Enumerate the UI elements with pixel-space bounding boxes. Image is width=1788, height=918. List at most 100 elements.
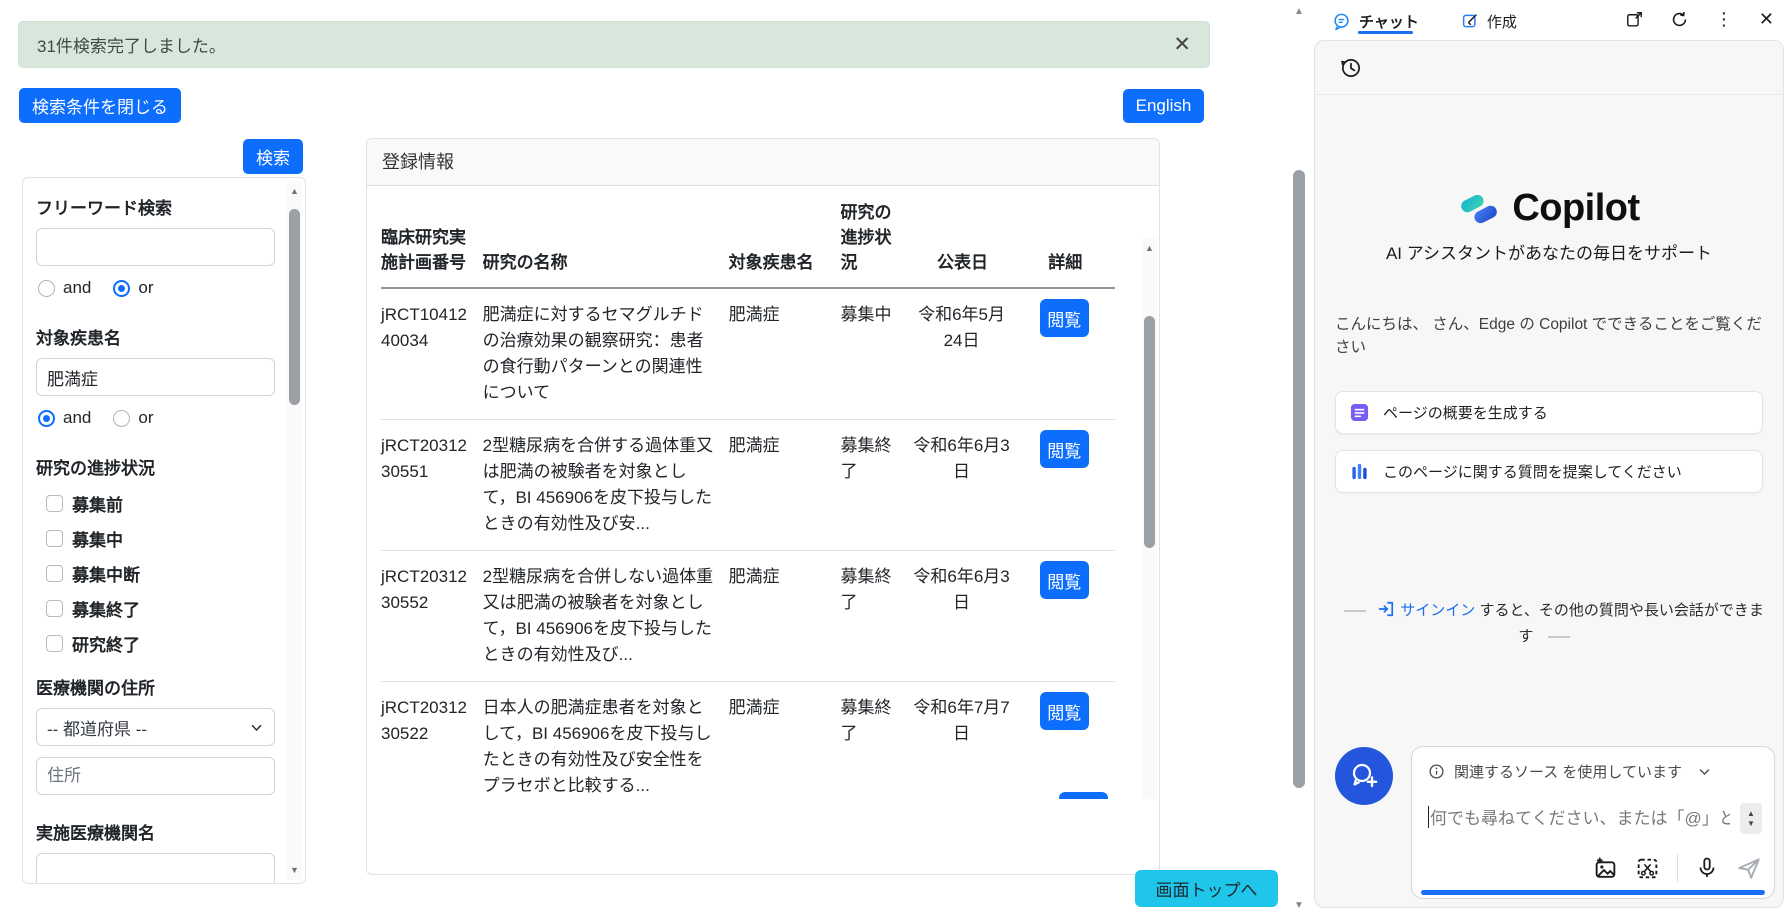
copilot-sidebar: チャット 作成 ⋮ ✕	[1312, 0, 1788, 918]
new-chat-button[interactable]	[1335, 747, 1393, 805]
view-button[interactable]: 閲覧	[1040, 299, 1089, 337]
send-icon[interactable]	[1736, 855, 1762, 881]
view-button[interactable]: 閲覧	[1040, 430, 1089, 468]
scroll-up-icon[interactable]: ▲	[1289, 6, 1309, 17]
col-progress: 研究の進捗状況	[841, 186, 910, 288]
progress-checkbox-1[interactable]	[46, 530, 63, 547]
scroll-down-icon[interactable]: ▼	[287, 865, 302, 875]
close-sidebar-icon[interactable]: ✕	[1759, 10, 1774, 28]
open-in-window-icon[interactable]	[1625, 10, 1644, 29]
page-scrollbar-thumb[interactable]	[1293, 170, 1305, 788]
disease-and-radio[interactable]	[38, 410, 55, 427]
cell-publish-date: 令和6年7月7日	[910, 682, 1024, 800]
suggestion-label: このページに関する質問を提案してください	[1383, 461, 1682, 482]
form-scrollbar-thumb[interactable]	[289, 209, 300, 405]
form-scrollbar[interactable]: ▲ ▼	[287, 181, 302, 880]
freeword-andor: and or	[38, 278, 275, 298]
related-sources-toggle[interactable]: 関連するソース を使用しています	[1412, 747, 1774, 782]
banner-close-icon[interactable]: ✕	[1173, 34, 1191, 55]
signin-link[interactable]: サインイン	[1400, 602, 1475, 619]
stepper-up-icon[interactable]: ▲	[1747, 809, 1755, 818]
progress-option-row: 研究終了	[46, 631, 275, 656]
progress-checkbox-2[interactable]	[46, 565, 63, 582]
search-form-panel: フリーワード検索 and or 対象疾患名 and or 研究の進捗状況 募集前…	[22, 177, 306, 884]
copilot-input-card: 関連するソース を使用しています 何でも尋ねてください、または「@」と ▲ ▼	[1411, 746, 1775, 899]
progress-option-label: 募集前	[72, 491, 123, 516]
prefecture-select[interactable]: -- 都道府県 --	[36, 708, 275, 746]
signin-notice: サインイン すると、その他の質問や長い会話ができます	[1329, 598, 1769, 650]
suggestion-page-questions[interactable]: このページに関する質問を提案してください	[1335, 450, 1763, 493]
cell-study-title: 2型糖尿病を合併しない過体重又は肥満の被験者を対象として，BI 456906を皮…	[483, 551, 729, 682]
scroll-down-icon[interactable]: ▼	[1289, 900, 1309, 911]
table-row: jRCT2031230552 2型糖尿病を合併しない過体重又は肥満の被験者を対象…	[381, 551, 1115, 682]
decor-dash	[1344, 610, 1366, 612]
tab-chat[interactable]: チャット	[1332, 0, 1419, 38]
related-sources-label: 関連するソース を使用しています	[1454, 761, 1682, 782]
table-scrollbar[interactable]: ▲ ▼	[1142, 238, 1157, 799]
chat-bubble-icon	[1332, 12, 1351, 31]
table-row: jRCT1041240034 肥満症に対するセマグルチドの治療効果の観察研究：患…	[381, 288, 1115, 420]
col-disease: 対象疾患名	[729, 186, 841, 288]
more-menu-icon[interactable]: ⋮	[1715, 10, 1733, 28]
address-input[interactable]	[36, 757, 275, 795]
screenshot-snip-icon[interactable]	[1635, 856, 1660, 881]
cell-publish-date: 令和6年6月3日	[910, 420, 1024, 551]
progress-option-label: 募集終了	[72, 596, 140, 621]
results-table: 臨床研究実施計画番号 研究の名称 対象疾患名 研究の進捗状況 公表日 詳細 jR…	[381, 186, 1115, 799]
page-scrollbar[interactable]: ▲ ▼	[1289, 0, 1309, 918]
progress-checkbox-0[interactable]	[46, 495, 63, 512]
hospital-address-label: 医療機関の住所	[36, 674, 275, 699]
view-button-clipped[interactable]	[1059, 792, 1108, 799]
cell-study-title: 2型糖尿病を合併する過体重又は肥満の被験者を対象として，BI 456906を皮下…	[483, 420, 729, 551]
cell-status: 募集終了	[841, 420, 910, 551]
freeword-and-radio[interactable]	[38, 280, 55, 297]
progress-checkbox-4[interactable]	[46, 635, 63, 652]
freeword-or-label: or	[138, 278, 153, 298]
disease-andor: and or	[38, 408, 275, 428]
disease-and-label: and	[63, 408, 91, 428]
table-row: jRCT2031230522 日本人の肥満症患者を対象として，BI 456906…	[381, 682, 1115, 800]
cell-disease: 肥満症	[729, 551, 841, 682]
history-clock-icon[interactable]	[1339, 56, 1362, 79]
input-resize-stepper[interactable]: ▲ ▼	[1740, 803, 1762, 834]
table-scrollbar-thumb[interactable]	[1144, 316, 1155, 548]
col-detail: 詳細	[1023, 186, 1115, 288]
add-image-icon[interactable]	[1593, 856, 1618, 881]
chat-input-placeholder: 何でも尋ねてください、または「@」と	[1430, 804, 1730, 829]
results-panel-title: 登録情報	[367, 139, 1159, 186]
copilot-brand-row: Copilot	[1315, 187, 1783, 230]
view-button[interactable]: 閲覧	[1040, 692, 1089, 730]
microphone-icon[interactable]	[1695, 856, 1719, 880]
text-cursor	[1428, 806, 1429, 828]
progress-option-row: 募集中断	[46, 561, 275, 586]
cell-publish-date: 令和6年5月24日	[910, 288, 1024, 420]
bars-icon	[1350, 462, 1369, 481]
scroll-up-icon[interactable]: ▲	[287, 186, 302, 196]
view-button[interactable]: 閲覧	[1040, 561, 1089, 599]
refresh-icon[interactable]	[1670, 10, 1689, 29]
scroll-up-icon[interactable]: ▲	[1142, 243, 1157, 253]
disease-input[interactable]	[36, 358, 275, 396]
copilot-brand-text: Copilot	[1512, 187, 1639, 230]
search-button[interactable]: 検索	[243, 139, 303, 174]
stepper-down-icon[interactable]: ▼	[1747, 819, 1755, 828]
freeword-input[interactable]	[36, 228, 275, 266]
disease-or-radio[interactable]	[113, 410, 130, 427]
suggestion-summarize-page[interactable]: ページの概要を生成する	[1335, 391, 1763, 434]
freeword-or-radio[interactable]	[113, 280, 130, 297]
english-button[interactable]: English	[1123, 89, 1204, 123]
institution-input[interactable]	[36, 853, 275, 884]
copilot-topbar: チャット 作成 ⋮ ✕	[1312, 0, 1788, 38]
chat-input[interactable]: 何でも尋ねてください、または「@」と	[1428, 804, 1730, 829]
compose-icon	[1461, 12, 1479, 30]
progress-option-row: 募集終了	[46, 596, 275, 621]
input-toolbar	[1593, 854, 1762, 882]
chevron-down-icon	[1697, 764, 1712, 779]
progress-option-row: 募集前	[46, 491, 275, 516]
tab-compose[interactable]: 作成	[1461, 0, 1517, 38]
freeword-and-label: and	[63, 278, 91, 298]
progress-checkbox-3[interactable]	[46, 600, 63, 617]
close-search-conditions-button[interactable]: 検索条件を閉じる	[19, 88, 181, 123]
search-result-banner: 31件検索完了しました。 ✕	[18, 21, 1210, 68]
back-to-top-button[interactable]: 画面トップへ	[1135, 870, 1278, 907]
